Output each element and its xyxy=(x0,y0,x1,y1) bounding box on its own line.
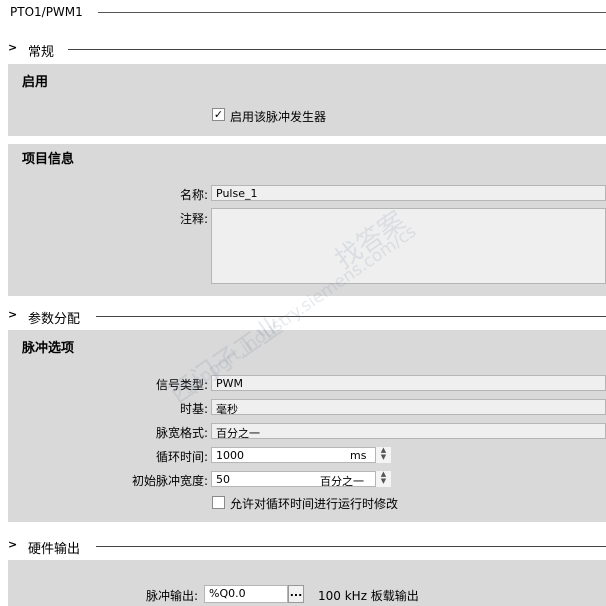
pulse-output-description: 100 kHz 板载输出 xyxy=(318,589,419,603)
section-divider xyxy=(96,316,606,317)
pulse-options-panel: 脉冲选项 信号类型: PWM 时基: 毫秒 脉宽格式: 百分之一 循环时间: 1… xyxy=(8,330,606,522)
init-pulse-width-input[interactable]: 50 百分之一 xyxy=(211,471,391,487)
spinner-down-icon[interactable]: ▼ xyxy=(376,454,391,461)
signal-type-select[interactable]: PWM xyxy=(211,375,606,391)
allow-runtime-modify-label: 允许对循环时间进行运行时修改 xyxy=(230,497,399,511)
init-pulse-width-label: 初始脉冲宽度: xyxy=(131,474,208,488)
browse-button[interactable]: ... xyxy=(288,585,304,603)
pulse-output-label: 脉冲输出: xyxy=(145,589,198,603)
comment-textarea[interactable] xyxy=(211,208,606,284)
init-pulse-width-spinner[interactable]: ▲ ▼ xyxy=(375,471,391,487)
section-label-hardware[interactable]: 硬件输出 xyxy=(28,538,80,557)
pulse-output-input[interactable]: %Q0.0 xyxy=(204,585,288,603)
enable-pulse-generator-checkbox[interactable]: ✓ xyxy=(212,108,225,121)
init-pulse-width-value: 50 xyxy=(216,473,230,486)
cycle-time-spinner[interactable]: ▲ ▼ xyxy=(375,447,391,463)
pulse-options-title: 脉冲选项 xyxy=(22,341,75,356)
project-info-panel: 项目信息 名称: Pulse_1 注释: xyxy=(8,144,606,296)
title-divider xyxy=(98,12,606,13)
section-header-params[interactable]: > 参数分配 xyxy=(0,305,606,327)
comment-label: 注释: xyxy=(179,212,208,226)
project-info-title: 项目信息 xyxy=(22,152,75,167)
cycle-time-value: 1000 xyxy=(216,449,244,462)
enable-panel-title: 启用 xyxy=(22,75,49,90)
section-header-general[interactable]: > 常规 xyxy=(0,38,606,60)
pulse-format-label: 脉宽格式: xyxy=(155,426,208,440)
time-base-label: 时基: xyxy=(179,402,208,416)
enable-pulse-generator-label: 启用该脉冲发生器 xyxy=(230,110,327,124)
name-label: 名称: xyxy=(179,188,208,202)
section-divider xyxy=(68,49,606,50)
chevron-right-icon[interactable]: > xyxy=(8,41,17,54)
allow-runtime-modify-checkbox[interactable] xyxy=(212,496,225,509)
chevron-right-icon[interactable]: > xyxy=(8,308,17,321)
name-input[interactable]: Pulse_1 xyxy=(211,185,606,201)
cycle-time-label: 循环时间: xyxy=(155,450,208,464)
cycle-time-unit: ms xyxy=(350,449,367,462)
time-base-select[interactable]: 毫秒 xyxy=(211,399,606,415)
pulse-format-select[interactable]: 百分之一 xyxy=(211,423,606,439)
section-header-hardware[interactable]: > 硬件输出 xyxy=(0,535,606,557)
signal-type-label: 信号类型: xyxy=(155,378,208,392)
init-pulse-width-unit: 百分之一 xyxy=(320,475,364,487)
section-divider xyxy=(96,546,606,547)
section-label-params[interactable]: 参数分配 xyxy=(28,308,80,327)
editor-title: PTO1/PWM1 xyxy=(10,5,83,19)
spinner-down-icon[interactable]: ▼ xyxy=(376,478,391,485)
chevron-right-icon[interactable]: > xyxy=(8,538,17,551)
editor-title-bar: PTO1/PWM1 xyxy=(0,0,606,26)
section-label-general[interactable]: 常规 xyxy=(28,41,54,60)
hardware-output-panel: 脉冲输出: %Q0.0 ... 100 kHz 板载输出 xyxy=(8,560,606,606)
cycle-time-input[interactable]: 1000 ms xyxy=(211,447,391,463)
enable-panel: 启用 ✓ 启用该脉冲发生器 xyxy=(8,64,606,136)
